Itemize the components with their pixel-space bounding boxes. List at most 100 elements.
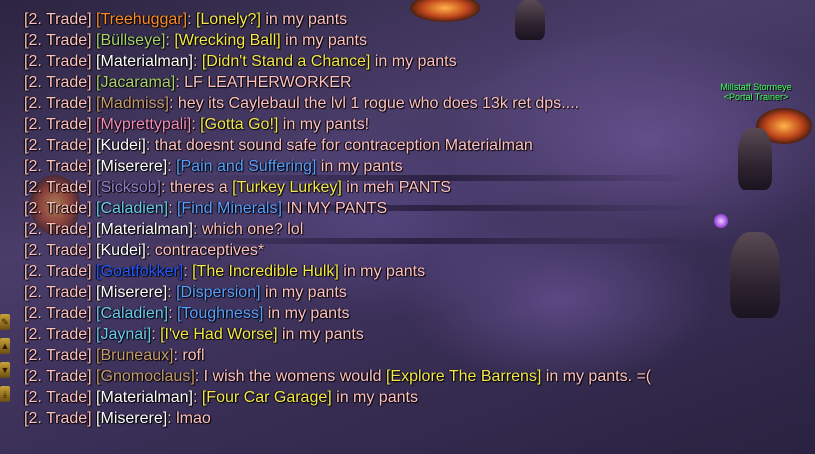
- chat-message-text: :: [187, 11, 196, 28]
- chat-line: [2. Trade] [Büllseye]: [Wrecking Ball] i…: [24, 30, 704, 51]
- chat-player-name[interactable]: [Caladien]: [96, 200, 168, 217]
- chat-line: [2. Trade] [Treehuggar]: [Lonely?] in my…: [24, 9, 704, 30]
- chat-channel: [2. Trade]: [24, 179, 97, 196]
- scroll-bottom-icon[interactable]: ⤓: [0, 386, 10, 402]
- chat-player-name[interactable]: [Materialman]: [96, 389, 193, 406]
- chat-message-text: :: [192, 53, 202, 70]
- chat-message-text: in my pants: [338, 263, 426, 280]
- chat-player-name[interactable]: [Miserere]: [96, 158, 167, 175]
- chat-message-text: in my pants: [277, 326, 364, 343]
- chat-message-text: in my pants: [316, 158, 403, 175]
- chat-channel: [2. Trade]: [24, 284, 97, 301]
- chat-player-name[interactable]: [Sicksob]: [96, 179, 161, 196]
- npc-title: <Portal Trainer>: [723, 92, 789, 102]
- chat-message-text: in my pants: [260, 11, 348, 28]
- chat-item-link[interactable]: [Toughness]: [177, 305, 263, 322]
- chat-player-name[interactable]: [Kudei]: [96, 137, 146, 154]
- scroll-up-icon[interactable]: ▲: [0, 338, 10, 354]
- chat-line: [2. Trade] [Kudei]: contraceptives*: [24, 240, 704, 261]
- chat-player-name[interactable]: [Miserere]: [96, 284, 167, 301]
- chat-message-text: : lmao: [167, 410, 211, 427]
- chat-item-link[interactable]: [Find Minerals]: [177, 200, 282, 217]
- chat-item-link[interactable]: [Gotta Go!]: [200, 116, 278, 133]
- chat-line: [2. Trade] [Bruneaux]: rofl: [24, 345, 704, 366]
- chat-message-text: :: [168, 200, 177, 217]
- chat-message-text: :: [151, 326, 161, 343]
- chat-line: [2. Trade] [Jaynai]: [I've Had Worse] in…: [24, 324, 704, 345]
- chat-player-name[interactable]: [Madmiss]: [96, 95, 169, 112]
- chat-player-name[interactable]: [Gnomoclaus]: [96, 368, 195, 385]
- chat-player-name[interactable]: [Miserere]: [96, 410, 167, 427]
- chat-line: [2. Trade] [Materialman]: which one? lol: [24, 219, 704, 240]
- chat-message-text: :: [168, 305, 177, 322]
- chat-player-name[interactable]: [Treehuggar]: [96, 11, 187, 28]
- staff-glow: [714, 214, 728, 228]
- chat-channel: [2. Trade]: [24, 32, 97, 49]
- scroll-down-icon[interactable]: ▼: [0, 362, 10, 378]
- chat-channel: [2. Trade]: [24, 242, 97, 259]
- chat-player-name[interactable]: [Büllseye]: [96, 32, 165, 49]
- chat-message-text: : which one? lol: [192, 221, 304, 238]
- chat-channel: [2. Trade]: [24, 53, 97, 70]
- chat-item-link[interactable]: [Dispersion]: [176, 284, 260, 301]
- chat-line: [2. Trade] [Kudei]: that doesnt sound sa…: [24, 135, 704, 156]
- chat-item-link[interactable]: [Turkey Lurkey]: [232, 179, 342, 196]
- chat-message-text: : I wish the womens would: [194, 368, 386, 385]
- chat-line: [2. Trade] [Jacarama]: LF LEATHERWORKER: [24, 72, 704, 93]
- chat-player-name[interactable]: [Materialman]: [96, 221, 193, 238]
- chat-player-name[interactable]: [Jaynai]: [96, 326, 151, 343]
- chat-channel: [2. Trade]: [24, 410, 97, 427]
- chat-item-link[interactable]: [I've Had Worse]: [160, 326, 277, 343]
- npc-nameplate[interactable]: Millstaff Stormeye <Portal Trainer>: [700, 82, 812, 102]
- chat-item-link[interactable]: [Four Car Garage]: [202, 389, 332, 406]
- chat-player-name[interactable]: [Myprettypali]: [96, 116, 191, 133]
- chat-player-name[interactable]: [Jacarama]: [96, 74, 175, 91]
- chat-message-text: : LF LEATHERWORKER: [175, 74, 352, 91]
- chat-line: [2. Trade] [Miserere]: [Dispersion] in m…: [24, 282, 704, 303]
- chat-channel: [2. Trade]: [24, 368, 97, 385]
- chat-message-text: :: [167, 158, 177, 175]
- chat-channel: [2. Trade]: [24, 200, 97, 217]
- chat-item-link[interactable]: [Pain and Suffering]: [176, 158, 316, 175]
- player-character[interactable]: [730, 232, 780, 318]
- chat-channel: [2. Trade]: [24, 263, 97, 280]
- chat-line: [2. Trade] [Miserere]: lmao: [24, 408, 704, 429]
- chat-channel: [2. Trade]: [24, 389, 97, 406]
- chat-icon[interactable]: ✎: [0, 314, 10, 330]
- chat-message-text: :: [165, 32, 175, 49]
- chat-message-text: : rofl: [173, 347, 205, 364]
- chat-line: [2. Trade] [Myprettypali]: [Gotta Go!] i…: [24, 114, 704, 135]
- chat-line: [2. Trade] [Miserere]: [Pain and Sufferi…: [24, 156, 704, 177]
- chat-item-link[interactable]: [Lonely?]: [196, 11, 261, 28]
- npc-portal-trainer[interactable]: [738, 128, 772, 190]
- chat-message-text: : that doesnt sound safe for contracepti…: [145, 137, 533, 154]
- chat-channel: [2. Trade]: [24, 74, 97, 91]
- chat-line: [2. Trade] [Caladien]: [Toughness] in my…: [24, 303, 704, 324]
- chat-player-name[interactable]: [Bruneaux]: [96, 347, 173, 364]
- chat-line: [2. Trade] [Gnomoclaus]: I wish the wome…: [24, 366, 684, 387]
- chat-item-link[interactable]: [Explore The Barrens]: [386, 368, 541, 385]
- npc-name: Millstaff Stormeye: [720, 82, 792, 92]
- chat-player-name[interactable]: [Goatfokker]: [96, 263, 183, 280]
- chat-message-text: :: [191, 116, 201, 133]
- chat-player-name[interactable]: [Materialman]: [96, 53, 193, 70]
- chat-line: [2. Trade] [Goatfokker]: [The Incredible…: [24, 261, 704, 282]
- chat-item-link[interactable]: [The Incredible Hulk]: [192, 263, 339, 280]
- chat-item-link[interactable]: [Wrecking Ball]: [174, 32, 280, 49]
- chat-line: [2. Trade] [Materialman]: [Didn't Stand …: [24, 51, 704, 72]
- chat-item-link[interactable]: [Didn't Stand a Chance]: [202, 53, 371, 70]
- chat-message-text: in my pants: [263, 305, 350, 322]
- chat-message-text: in my pants: [370, 53, 457, 70]
- chat-line: [2. Trade] [Madmiss]: hey its Caylebaul …: [24, 93, 704, 114]
- chat-message-text: in my pants: [280, 32, 367, 49]
- chat-sidebar: ✎ ▲ ▼ ⤓: [0, 314, 10, 410]
- chat-message-text: in my pants!: [278, 116, 370, 133]
- chat-frame[interactable]: [2. Trade] [Treehuggar]: [Lonely?] in my…: [24, 9, 704, 429]
- chat-message-text: :: [183, 263, 193, 280]
- chat-player-name[interactable]: [Caladien]: [96, 305, 168, 322]
- chat-channel: [2. Trade]: [24, 116, 97, 133]
- chat-player-name[interactable]: [Kudei]: [96, 242, 146, 259]
- chat-line: [2. Trade] [Sicksob]: theres a [Turkey L…: [24, 177, 704, 198]
- chat-message-text: in meh PANTS: [341, 179, 451, 196]
- chat-channel: [2. Trade]: [24, 221, 97, 238]
